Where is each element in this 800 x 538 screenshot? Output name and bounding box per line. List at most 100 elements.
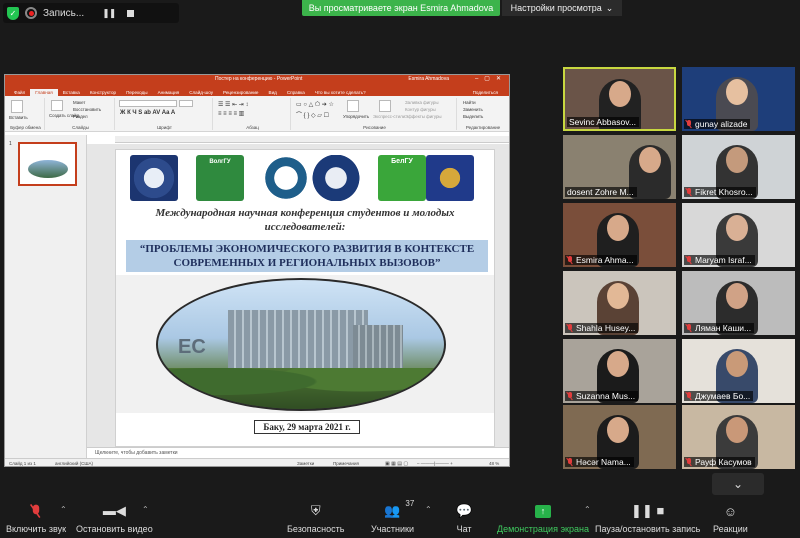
participant-face: [607, 417, 629, 443]
mic-muted-icon: [686, 458, 692, 466]
thumbnail-number: 1: [9, 141, 12, 147]
share-options-caret-icon[interactable]: ⌃: [584, 505, 591, 514]
bold-italic-underline-icon[interactable]: Ж К Ч S ab AV Aa A: [120, 110, 175, 116]
participant-name: Fikret Khosro...: [695, 187, 753, 197]
tab-animations[interactable]: Анимация: [153, 89, 185, 96]
participants-caret-icon[interactable]: ⌃: [425, 505, 432, 514]
tab-transitions[interactable]: Переходы: [121, 89, 153, 96]
participants-label: Участники: [371, 524, 414, 534]
participant-tile-6[interactable]: Maryam Israf...: [682, 203, 795, 267]
paste-button[interactable]: Вставить: [9, 115, 28, 120]
participant-tile-12[interactable]: Рауф Касумов: [682, 405, 795, 469]
view-options-button[interactable]: Настройки просмотра ⌄: [502, 0, 622, 16]
new-slide-icon[interactable]: [51, 100, 63, 111]
participant-name-tag: Fikret Khosro...: [684, 187, 756, 197]
chat-button[interactable]: 💬 Чат: [456, 501, 472, 534]
express-styles-icon[interactable]: [379, 100, 391, 112]
participants-icon: 👥 37: [384, 499, 415, 518]
participant-tile-7[interactable]: Shahla Husey...: [563, 271, 676, 335]
replace-button[interactable]: Заменить: [463, 107, 483, 112]
notes-pane[interactable]: Щелкните, чтобы добавить заметки: [87, 447, 509, 458]
list-align-icon[interactable]: ☰ ☰ ⇤ ⇥ ↕: [218, 101, 248, 108]
tab-home[interactable]: Главная: [30, 89, 58, 96]
view-buttons-icon[interactable]: ▣ ▦ ▤ ▢: [385, 461, 408, 466]
logo-2-text: ВолгГУ: [209, 159, 231, 165]
participant-tile-5[interactable]: Esmira Ahma...: [563, 203, 676, 267]
reactions-button[interactable]: ☺ Реакции: [713, 501, 748, 535]
view-options-label: Настройки просмотра: [510, 3, 602, 13]
participant-tile-10[interactable]: Джумаев Бо...: [682, 339, 795, 403]
layout-button[interactable]: Макет: [73, 100, 85, 105]
reset-button[interactable]: Восстановить: [73, 107, 101, 112]
participant-name: Həcər Nama...: [576, 457, 631, 467]
find-button[interactable]: Найти: [463, 100, 476, 105]
font-name-dropdown[interactable]: [119, 100, 177, 107]
language-status[interactable]: английский (США): [55, 461, 93, 466]
clipboard-group: Вставить Буфер обмена: [7, 98, 45, 130]
participant-name: gunay alizade: [695, 119, 748, 129]
shape-effects-button[interactable]: Эффекты фигуры: [405, 114, 442, 119]
zoom-level[interactable]: 48 %: [489, 461, 499, 466]
slide-canvas[interactable]: ВолгГУ БелГУ Международная научная конфе…: [115, 149, 495, 447]
shapes-gallery-icon[interactable]: ▭ ○ △ ⬠ ➔ ☆: [296, 101, 334, 108]
gallery-next-page-button[interactable]: ⌄: [712, 473, 764, 495]
tab-help[interactable]: Справка: [282, 89, 310, 96]
tab-insert[interactable]: Вставка: [58, 89, 85, 96]
participants-button[interactable]: 👥 37 Участники: [371, 499, 415, 534]
shapes-gallery-row2-icon[interactable]: ⌒ { } ◇ ▱ ☐: [296, 110, 329, 119]
horizontal-ruler: [115, 136, 509, 143]
express-styles-button[interactable]: Экспресс-стили: [373, 114, 405, 119]
audio-options-caret-icon[interactable]: ⌃: [60, 505, 67, 514]
window-controls-icon[interactable]: –▢✕: [475, 75, 507, 82]
pause-recording-button[interactable]: ❚❚ ■ Пауза/остановить запись: [595, 501, 700, 534]
participant-tile-3[interactable]: dosent Zohre M...: [563, 135, 676, 199]
select-button[interactable]: Выделить: [463, 114, 483, 119]
paste-icon[interactable]: [11, 100, 23, 113]
participant-tile-8[interactable]: Ляман Каши...: [682, 271, 795, 335]
tab-file[interactable]: Файл: [9, 89, 30, 96]
share-screen-icon: ↑: [534, 501, 551, 521]
text-align-icon[interactable]: ≡ ≡ ≡ ≡ ▥: [218, 110, 244, 117]
participant-name: Maryam Israf...: [695, 255, 752, 265]
slide-thumbnail[interactable]: [18, 142, 77, 186]
participant-tile-2[interactable]: gunay alizade: [682, 67, 795, 131]
video-options-caret-icon[interactable]: ⌃: [142, 505, 149, 514]
tab-review[interactable]: Рецензирование: [218, 89, 263, 96]
unmute-button[interactable]: Включить звук: [6, 501, 66, 534]
mic-muted-icon: [686, 256, 692, 264]
comments-toggle[interactable]: Примечания: [333, 461, 359, 466]
font-size-dropdown[interactable]: [179, 100, 193, 107]
pause-recording-icon[interactable]: ❚❚: [102, 8, 116, 19]
tab-slideshow[interactable]: Слайд-шоу: [184, 89, 218, 96]
shape-outline-button[interactable]: Контур фигуры: [405, 107, 436, 112]
participant-tile-11[interactable]: Həcər Nama...: [563, 405, 676, 469]
tab-view[interactable]: Вид: [264, 89, 282, 96]
tell-me-search[interactable]: Что вы хотите сделать?: [310, 89, 371, 96]
participant-name-tag: Ляман Каши...: [684, 323, 755, 333]
mic-muted-icon: [686, 120, 692, 128]
zoom-slider[interactable]: – ———|——— +: [417, 461, 453, 466]
participant-name: Джумаев Бо...: [695, 391, 751, 401]
font-group: Ж К Ч S ab AV Aa A Шрифт: [117, 98, 213, 130]
security-button[interactable]: ⛨ Безопасность: [287, 501, 344, 534]
participant-face: [726, 79, 748, 105]
slides-label: Слайды: [72, 125, 89, 130]
participant-tile-9[interactable]: Suzanna Mus...: [563, 339, 676, 403]
arrange-button[interactable]: Упорядочить: [343, 114, 369, 119]
participant-name: Sevinc Abbasov...: [569, 117, 636, 127]
stop-recording-icon[interactable]: [127, 9, 135, 17]
participant-tile-4[interactable]: Fikret Khosro...: [682, 135, 795, 199]
arrange-icon[interactable]: [347, 100, 359, 112]
ppt-share-button[interactable]: Поделиться: [468, 89, 503, 96]
mic-muted-icon: [567, 392, 573, 400]
participant-name: Ляман Каши...: [695, 323, 752, 333]
tab-design[interactable]: Конструктор: [85, 89, 121, 96]
participant-tile-1[interactable]: Sevinc Abbasov...: [563, 67, 676, 131]
shape-fill-button[interactable]: Заливка фигуры: [405, 100, 439, 105]
paragraph-group: ☰ ☰ ⇤ ⇥ ↕ ≡ ≡ ≡ ≡ ▥ Абзац: [215, 98, 291, 130]
participant-name-tag: gunay alizade: [684, 119, 751, 129]
share-screen-button[interactable]: ↑ Демонстрация экрана: [497, 501, 589, 534]
section-button[interactable]: Раздел: [73, 114, 88, 119]
participant-name: Shahla Husey...: [576, 323, 636, 333]
notes-toggle[interactable]: Заметки: [297, 461, 314, 466]
